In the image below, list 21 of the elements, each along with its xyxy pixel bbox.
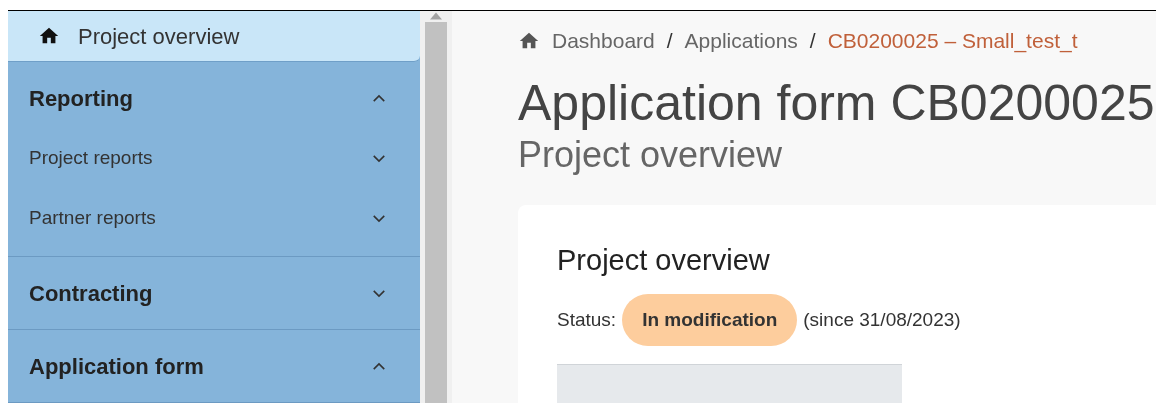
chevron-down-icon bbox=[372, 288, 386, 298]
sidebar-home-item[interactable]: Project overview bbox=[8, 11, 420, 62]
breadcrumb-separator: / bbox=[666, 28, 673, 54]
breadcrumb-link[interactable]: Dashboard bbox=[552, 25, 655, 57]
chevron-up-icon bbox=[372, 93, 386, 103]
breadcrumb-link[interactable]: Applications bbox=[684, 25, 798, 57]
scrollbar[interactable] bbox=[420, 11, 452, 403]
status-label: Status: bbox=[557, 307, 617, 332]
chevron-up-icon bbox=[372, 361, 386, 371]
chevron-down-icon bbox=[372, 213, 386, 223]
breadcrumb-link[interactable]: CB0200025 – Small_test_t bbox=[827, 25, 1078, 57]
sidebar-section[interactable]: Application form bbox=[8, 330, 420, 402]
status-date: (since 31/08/2023) bbox=[803, 307, 961, 332]
status-badge: In modification bbox=[622, 294, 798, 346]
sidebar-subitem[interactable]: Partner reports bbox=[8, 188, 420, 248]
chevron-down-icon bbox=[372, 153, 386, 163]
sidebar-section[interactable]: Contracting bbox=[8, 257, 420, 329]
breadcrumb-separator: / bbox=[809, 28, 816, 54]
page-subtitle: Project overview bbox=[518, 132, 784, 177]
card-title: Project overview bbox=[557, 242, 771, 278]
page-title: Application form CB0200025 bbox=[518, 73, 1156, 133]
